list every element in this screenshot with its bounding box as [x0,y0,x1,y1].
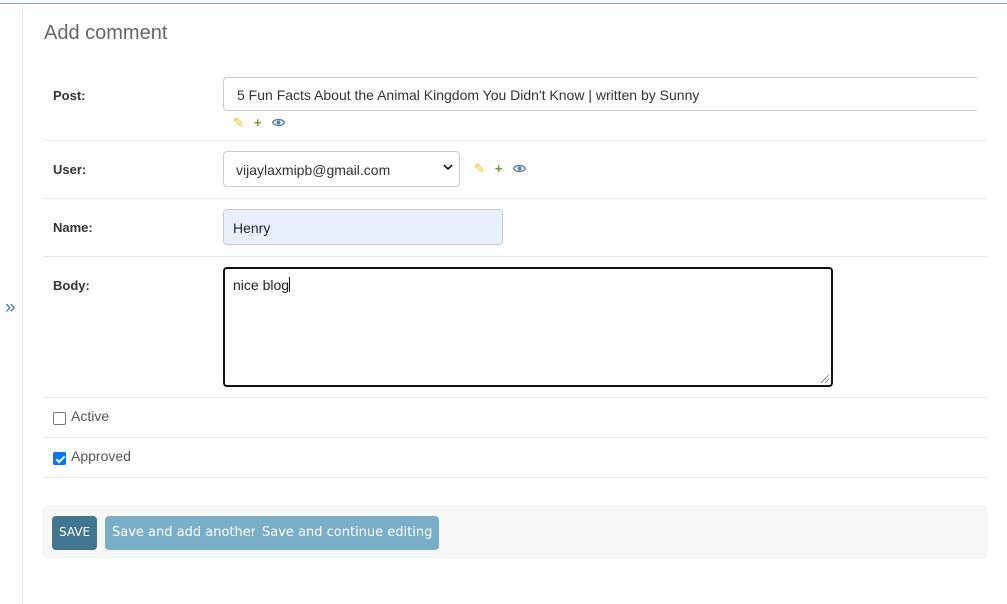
name-input[interactable]: Henry [223,209,503,245]
body-text: nice blog [233,277,290,293]
field-row-body: Body: nice blog [43,257,987,398]
header-divider [0,3,1007,4]
eye-icon[interactable] [512,161,526,177]
field-row-active: Active [43,398,987,438]
chevron-down-icon [443,162,453,174]
post-select[interactable]: 5 Fun Facts About the Animal Kingdom You… [223,77,977,111]
user-select-value: vijaylaxmipb@gmail.com [236,162,391,178]
approved-checkbox[interactable] [53,452,66,465]
active-checkbox[interactable] [53,412,66,425]
save-and-add-another-button[interactable]: Save and add another [105,516,264,550]
plus-icon[interactable]: + [254,115,262,131]
save-and-continue-button[interactable]: Save and continue editing [255,516,440,550]
user-label: User: [53,162,87,177]
field-row-user: User: vijaylaxmipb@gmail.com ✎ + [43,141,987,199]
name-label: Name: [53,220,93,235]
nav-sidebar-toggle[interactable]: » [5,296,16,320]
user-select[interactable]: vijaylaxmipb@gmail.com [223,151,460,187]
active-label: Active [71,408,110,424]
plus-icon[interactable]: + [495,161,503,177]
post-related-actions: ✎ + [233,115,295,131]
body-textarea[interactable]: nice blog [223,267,833,387]
page-title: Add comment [44,22,168,44]
comment-form: Post: 5 Fun Facts About the Animal Kingd… [43,64,987,478]
pencil-icon[interactable]: ✎ [233,115,244,131]
resize-handle[interactable] [821,375,829,383]
text-cursor [289,277,291,292]
approved-label: Approved [71,448,131,464]
field-row-approved: Approved [43,438,987,478]
post-label: Post: [53,88,86,103]
eye-icon[interactable] [271,115,285,131]
submit-row: SAVE Save and add another Save and conti… [43,506,987,558]
user-related-actions: ✎ + [474,161,536,177]
pencil-icon[interactable]: ✎ [474,161,485,177]
save-button[interactable]: SAVE [52,516,98,550]
body-label: Body: [53,278,90,293]
field-row-post: Post: 5 Fun Facts About the Animal Kingd… [43,64,987,141]
field-row-name: Name: Henry [43,199,987,257]
sidebar-border [22,4,23,604]
